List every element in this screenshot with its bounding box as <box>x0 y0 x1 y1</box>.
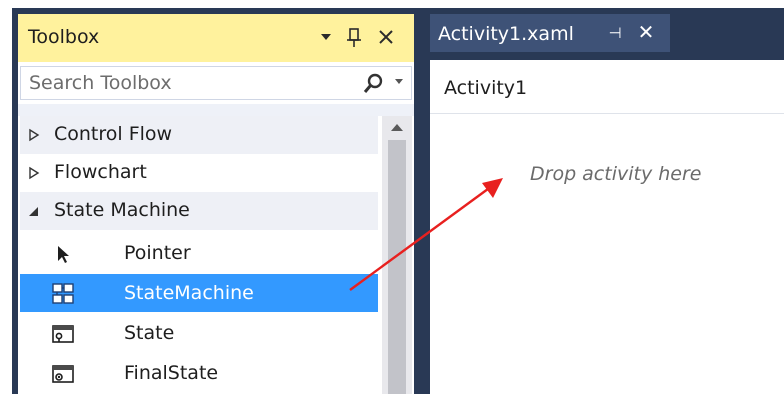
toolbox-close-button[interactable] <box>374 23 398 51</box>
item-label: FinalState <box>124 362 219 384</box>
pointer-icon <box>58 246 69 263</box>
toolbox-search-input[interactable]: Search Toolbox <box>20 66 412 100</box>
toolbox-tree: Control Flow Flowchart State Machine Poi… <box>20 116 382 394</box>
search-placeholder: Search Toolbox <box>29 72 172 94</box>
item-label: StateMachine <box>124 282 254 304</box>
tab-title: Activity1.xaml <box>438 23 574 45</box>
drop-target-hint[interactable]: Drop activity here <box>530 163 701 185</box>
item-label: State <box>124 322 175 344</box>
toolbox-pin-button[interactable] <box>342 23 366 51</box>
tab-close-icon[interactable]: ✕ <box>634 19 658 45</box>
state-icon <box>52 325 74 343</box>
toolbox-panel: Toolbox Search Toolbox Control Flow Flow… <box>18 14 414 394</box>
toolbox-item-state-machine[interactable]: StateMachine <box>20 274 378 312</box>
state-machine-icon <box>52 283 74 304</box>
toolbox-scrollbar[interactable] <box>382 116 412 394</box>
close-icon <box>379 30 393 44</box>
toolbox-separator <box>18 104 414 116</box>
designer-header: Activity1 <box>430 60 784 114</box>
category-label: State Machine <box>54 199 190 221</box>
category-state-machine[interactable]: State Machine <box>20 192 378 230</box>
workflow-designer[interactable]: Activity1 Drop activity here <box>430 60 784 394</box>
item-label: Pointer <box>124 242 191 264</box>
category-flowchart[interactable]: Flowchart <box>20 154 378 192</box>
pin-icon <box>347 28 361 47</box>
scroll-up-arrow-icon[interactable] <box>391 124 403 131</box>
expand-arrow-icon[interactable] <box>28 166 40 180</box>
category-label: Control Flow <box>54 123 173 145</box>
chevron-down-icon <box>321 34 331 40</box>
search-options-dropdown[interactable] <box>395 79 403 84</box>
category-label: Flowchart <box>54 161 147 183</box>
designer-title: Activity1 <box>444 77 528 99</box>
toolbox-item-pointer[interactable]: Pointer <box>20 234 378 272</box>
collapse-arrow-icon[interactable] <box>28 204 40 218</box>
category-control-flow[interactable]: Control Flow <box>20 116 378 154</box>
expand-arrow-icon[interactable] <box>28 128 40 142</box>
toolbox-header: Toolbox <box>18 14 414 62</box>
search-icon[interactable] <box>363 72 383 96</box>
toolbox-item-state[interactable]: State <box>20 314 378 352</box>
toolbox-dropdown-button[interactable] <box>314 23 338 51</box>
tab-pin-icon[interactable]: ⊣ <box>604 21 626 45</box>
final-state-icon <box>52 365 74 383</box>
toolbox-title: Toolbox <box>28 26 100 48</box>
toolbox-item-final-state[interactable]: FinalState <box>20 354 378 392</box>
tab-activity1-xaml[interactable]: Activity1.xaml ⊣ ✕ <box>430 14 670 52</box>
scrollbar-thumb[interactable] <box>388 140 406 394</box>
